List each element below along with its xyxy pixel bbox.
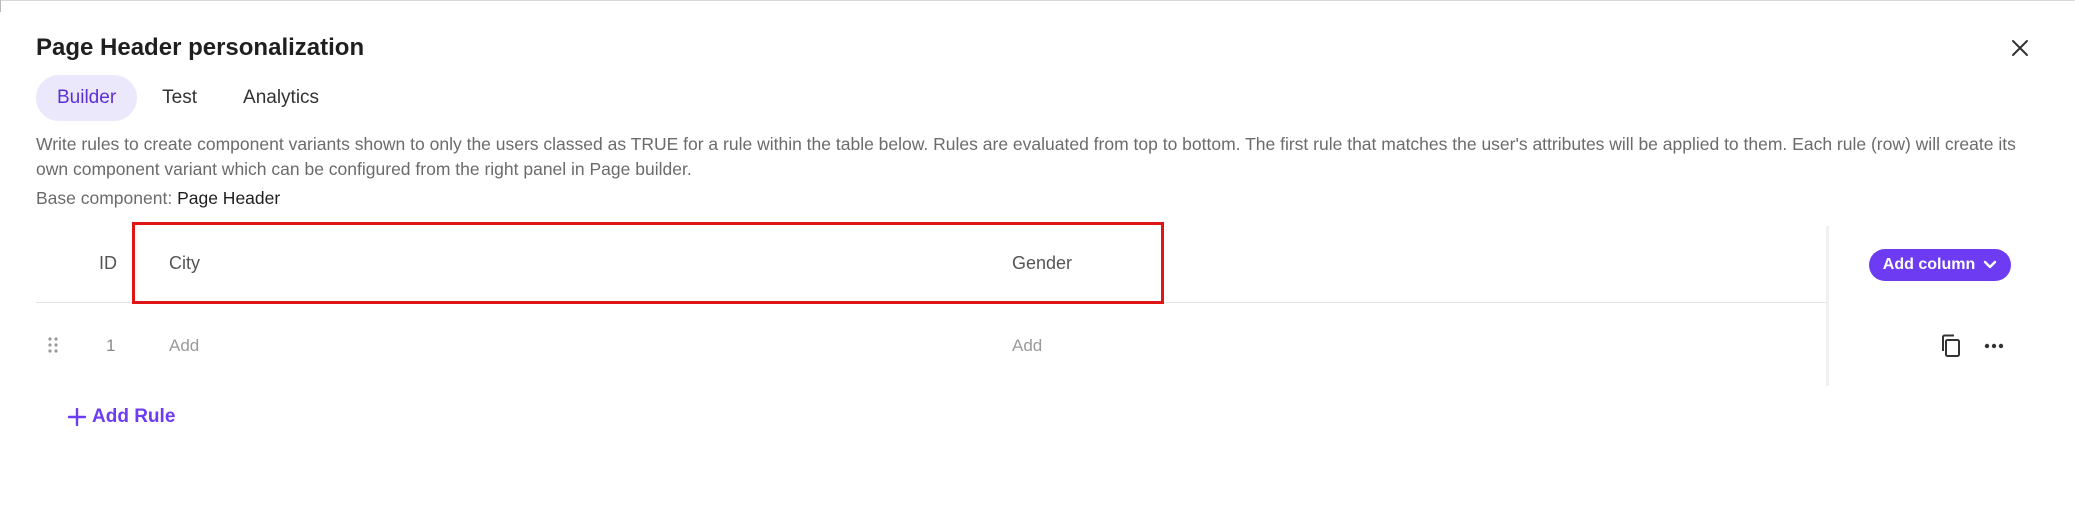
more-horizontal-icon	[1984, 343, 2004, 349]
column-header-city[interactable]: City	[169, 253, 200, 274]
base-component-value: Page Header	[177, 188, 281, 208]
top-border	[0, 0, 2075, 1]
chevron-down-icon	[1984, 260, 1997, 269]
tab-test[interactable]: Test	[141, 75, 218, 121]
table-row: 1 Add Add	[36, 312, 2004, 382]
base-component: Base component: Page Header	[36, 188, 280, 209]
add-column-label: Add column	[1882, 256, 1976, 273]
row-id: 1	[106, 336, 116, 355]
left-border	[0, 0, 1, 12]
dialog-title: Page Header personalization	[36, 34, 365, 61]
tab-analytics[interactable]: Analytics	[222, 75, 340, 121]
tab-bar: Builder Test Analytics	[36, 74, 344, 122]
column-header-id: ID	[99, 253, 117, 273]
copy-icon	[1942, 334, 1960, 357]
add-column-button[interactable]: Add column	[1869, 249, 2011, 281]
plus-icon	[68, 408, 86, 426]
duplicate-button[interactable]	[1937, 332, 1965, 360]
drag-handle-icon[interactable]	[46, 336, 60, 354]
tab-builder[interactable]: Builder	[36, 75, 138, 121]
city-cell-add[interactable]: Add	[169, 336, 199, 356]
more-options-button[interactable]	[1980, 332, 2008, 360]
close-button[interactable]	[2004, 32, 2036, 64]
add-rule-label: Add Rule	[92, 406, 176, 427]
table-header: ID City Gender	[36, 226, 1826, 303]
gender-cell-add[interactable]: Add	[1012, 336, 1042, 356]
base-component-label: Base component:	[36, 188, 173, 208]
column-header-gender[interactable]: Gender	[1012, 253, 1072, 274]
description-text: Write rules to create component variants…	[36, 134, 2016, 179]
column-divider	[1826, 226, 1829, 386]
close-icon	[2012, 40, 2028, 56]
add-rule-button[interactable]: Add Rule	[68, 406, 175, 428]
